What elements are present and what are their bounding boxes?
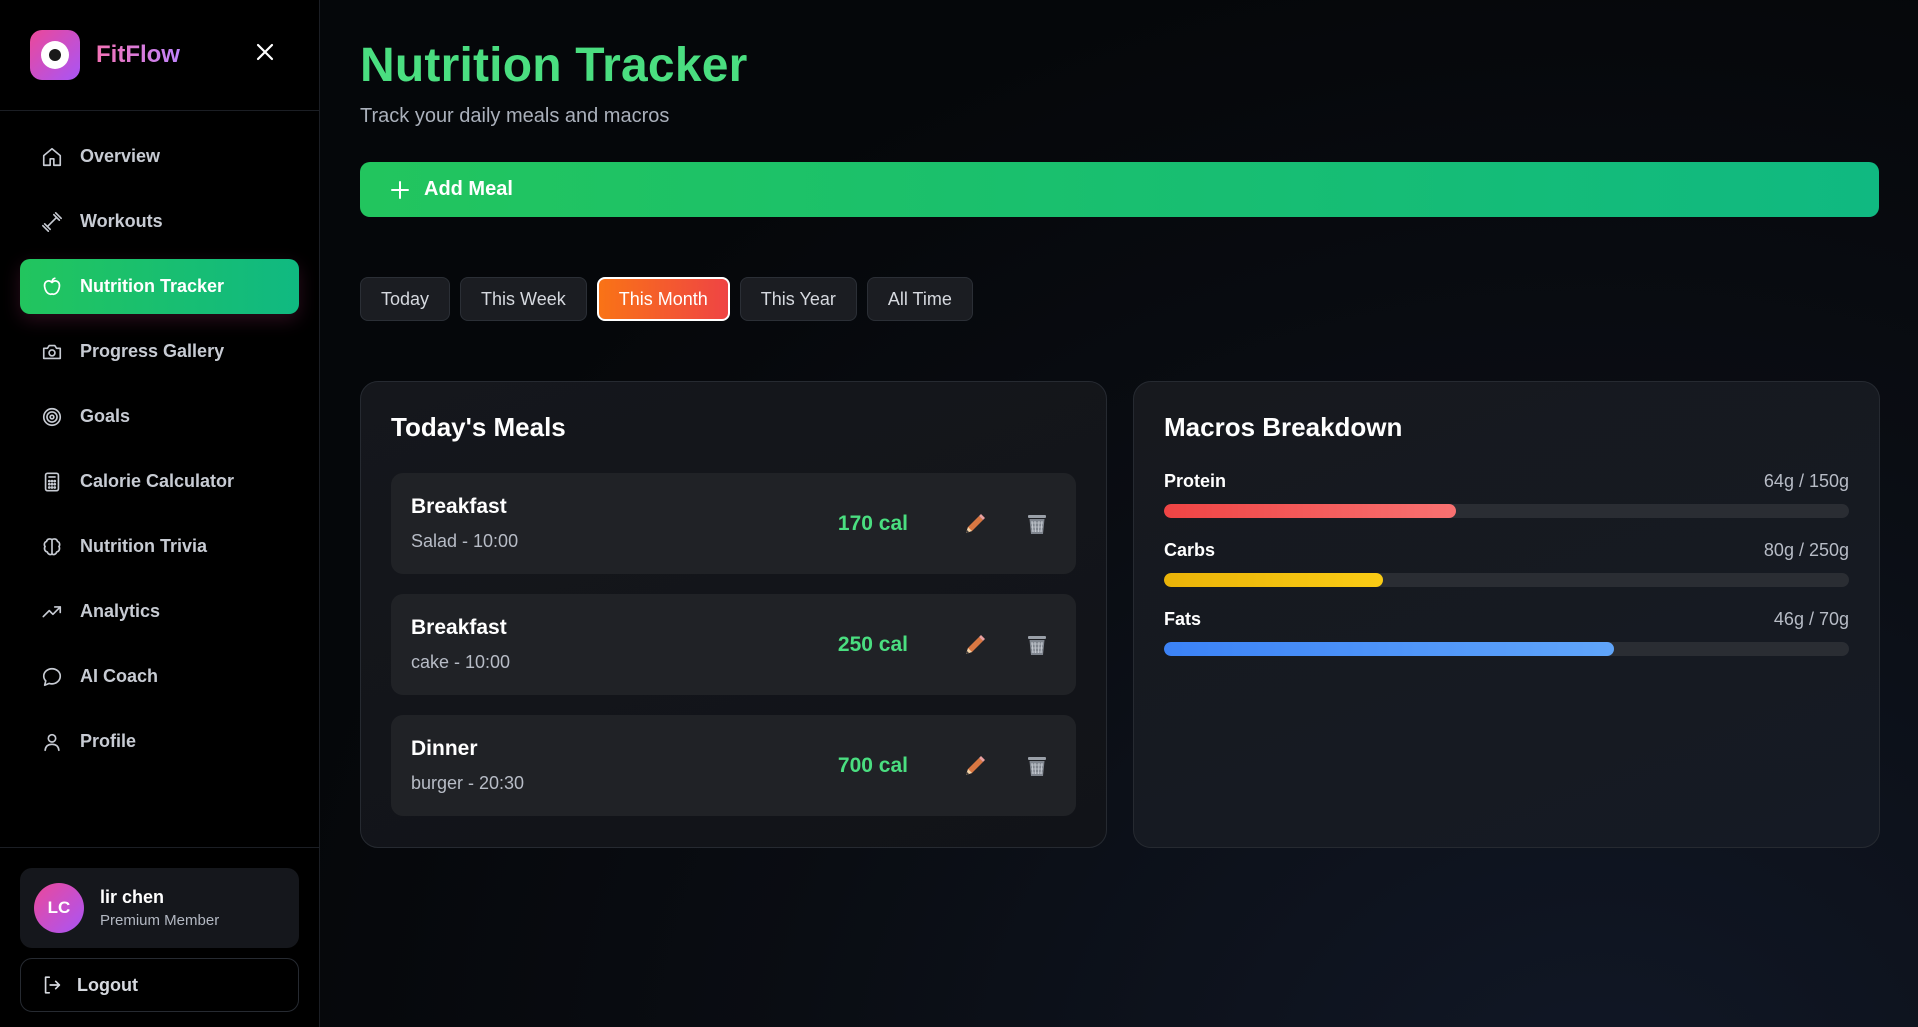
avatar: LC: [34, 883, 84, 933]
meal-info: Dinner burger - 20:30: [411, 737, 838, 794]
trash-icon[interactable]: [1018, 747, 1056, 785]
app-root: FitFlow Overview Workouts Nutrition Trac…: [0, 0, 1918, 1027]
user-icon: [40, 730, 64, 754]
home-icon: [40, 145, 64, 169]
panel-title: Today's Meals: [391, 412, 566, 442]
sidebar-item-ai-coach[interactable]: AI Coach: [20, 649, 299, 704]
target-icon: [40, 405, 64, 429]
user-role: Premium Member: [100, 912, 220, 929]
meal-calories: 700 cal: [837, 753, 908, 777]
sidebar-item-profile[interactable]: Profile: [20, 714, 299, 769]
brand-name: FitFlow: [96, 41, 180, 68]
meal-item: Dinner burger - 20:30 700 cal: [391, 715, 1076, 816]
apple-icon: [40, 275, 64, 299]
sidebar-nav: Overview Workouts Nutrition Tracker Prog…: [0, 111, 319, 847]
sidebar-item-label: Calorie Calculator: [80, 471, 235, 491]
meal-detail: cake - 10:00: [411, 652, 511, 672]
dumbbell-icon: [40, 210, 64, 234]
trending-up-icon: [40, 600, 64, 624]
logout-button[interactable]: Logout: [20, 958, 299, 1012]
macro-progress-bar: [1164, 642, 1849, 656]
sidebar-item-analytics[interactable]: Analytics: [20, 584, 299, 639]
meal-name: Breakfast: [411, 616, 507, 639]
plus-icon: [390, 180, 410, 200]
brain-icon: [40, 535, 64, 559]
page-subtitle: Track your daily meals and macros: [360, 105, 670, 127]
macro-amount: 80g / 250g: [1763, 540, 1849, 560]
macro-name: Fats: [1164, 609, 1202, 629]
macro-progress-fill: [1164, 642, 1615, 656]
user-info: lir chen Premium Member: [100, 887, 219, 929]
meal-info: Breakfast cake - 10:00: [411, 616, 838, 673]
meal-detail: Salad - 10:00: [411, 531, 519, 551]
main-content: Nutrition Tracker Track your daily meals…: [320, 0, 1918, 1027]
sidebar-item-label: Goals: [80, 406, 131, 426]
sidebar-item-label: Progress Gallery: [80, 341, 225, 361]
macro-progress-fill: [1164, 504, 1457, 518]
macro-name: Carbs: [1164, 540, 1216, 560]
sidebar-item-label: Profile: [80, 731, 137, 751]
filter-this-week[interactable]: This Week: [460, 277, 587, 321]
user-name: lir chen: [100, 887, 165, 907]
todays-meals-panel: Today's Meals Breakfast Salad - 10:00 17…: [360, 381, 1107, 848]
filter-this-month[interactable]: This Month: [596, 277, 730, 321]
panel-title: Macros Breakdown: [1164, 412, 1403, 442]
sidebar-item-calorie-calculator[interactable]: Calorie Calculator: [20, 454, 299, 509]
sidebar-item-nutrition-trivia[interactable]: Nutrition Trivia: [20, 519, 299, 574]
sidebar-footer: LC lir chen Premium Member Logout: [0, 847, 319, 1027]
meal-calories: 170 cal: [837, 511, 908, 535]
macro-name: Protein: [1164, 471, 1227, 491]
sidebar-item-workouts[interactable]: Workouts: [20, 194, 299, 249]
pencil-icon[interactable]: [956, 505, 994, 543]
meal-item: Breakfast cake - 10:00 250 cal: [391, 594, 1076, 695]
calculator-icon: [40, 470, 64, 494]
macro-row-carbs: Carbs 80g / 250g: [1164, 540, 1849, 587]
meal-name: Breakfast: [411, 495, 507, 518]
sidebar-item-label: AI Coach: [80, 666, 159, 686]
meal-calories: 250 cal: [837, 632, 908, 656]
macro-row-fats: Fats 46g / 70g: [1164, 609, 1849, 656]
sidebar-item-label: Overview: [80, 146, 161, 166]
sidebar-item-overview[interactable]: Overview: [20, 129, 299, 184]
macro-row-protein: Protein 64g / 150g: [1164, 471, 1849, 518]
logout-label: Logout: [77, 974, 138, 995]
panels-row: Today's Meals Breakfast Salad - 10:00 17…: [360, 381, 1880, 848]
macro-progress-bar: [1164, 504, 1849, 518]
brand-header: FitFlow: [0, 0, 319, 111]
add-meal-label: Add Meal: [424, 178, 513, 200]
sidebar-item-nutrition-tracker[interactable]: Nutrition Tracker: [20, 259, 299, 314]
close-icon[interactable]: [251, 38, 279, 66]
sidebar-item-label: Workouts: [80, 211, 163, 231]
filter-this-year[interactable]: This Year: [739, 277, 857, 321]
sidebar-item-label: Nutrition Tracker: [80, 276, 225, 296]
meal-info: Breakfast Salad - 10:00: [411, 495, 838, 552]
meal-item: Breakfast Salad - 10:00 170 cal: [391, 473, 1076, 574]
macro-progress-bar: [1164, 573, 1849, 587]
sidebar: FitFlow Overview Workouts Nutrition Trac…: [0, 0, 320, 1027]
trash-icon[interactable]: [1018, 505, 1056, 543]
macro-amount: 46g / 70g: [1773, 609, 1849, 629]
sidebar-item-label: Nutrition Trivia: [80, 536, 208, 556]
sidebar-item-goals[interactable]: Goals: [20, 389, 299, 444]
trash-icon[interactable]: [1018, 626, 1056, 664]
meal-detail: burger - 20:30: [411, 773, 525, 793]
meal-name: Dinner: [411, 737, 478, 760]
macro-progress-fill: [1164, 573, 1384, 587]
filter-all-time[interactable]: All Time: [866, 277, 973, 321]
time-filter-tabs: Today This Week This Month This Year All…: [360, 277, 1880, 321]
pencil-icon[interactable]: [956, 626, 994, 664]
logout-icon: [41, 974, 63, 996]
macros-breakdown-panel: Macros Breakdown Protein 64g / 150g Carb…: [1133, 381, 1880, 848]
add-meal-button[interactable]: Add Meal: [360, 162, 1879, 217]
pencil-icon[interactable]: [956, 747, 994, 785]
fitflow-logo-icon: [30, 30, 80, 80]
camera-icon: [40, 340, 64, 364]
user-card[interactable]: LC lir chen Premium Member: [20, 868, 299, 948]
filter-today[interactable]: Today: [360, 277, 451, 321]
page-title: Nutrition Tracker: [360, 39, 748, 92]
macro-amount: 64g / 150g: [1763, 471, 1849, 491]
chat-icon: [40, 665, 64, 689]
sidebar-item-progress-gallery[interactable]: Progress Gallery: [20, 324, 299, 379]
sidebar-item-label: Analytics: [80, 601, 161, 621]
